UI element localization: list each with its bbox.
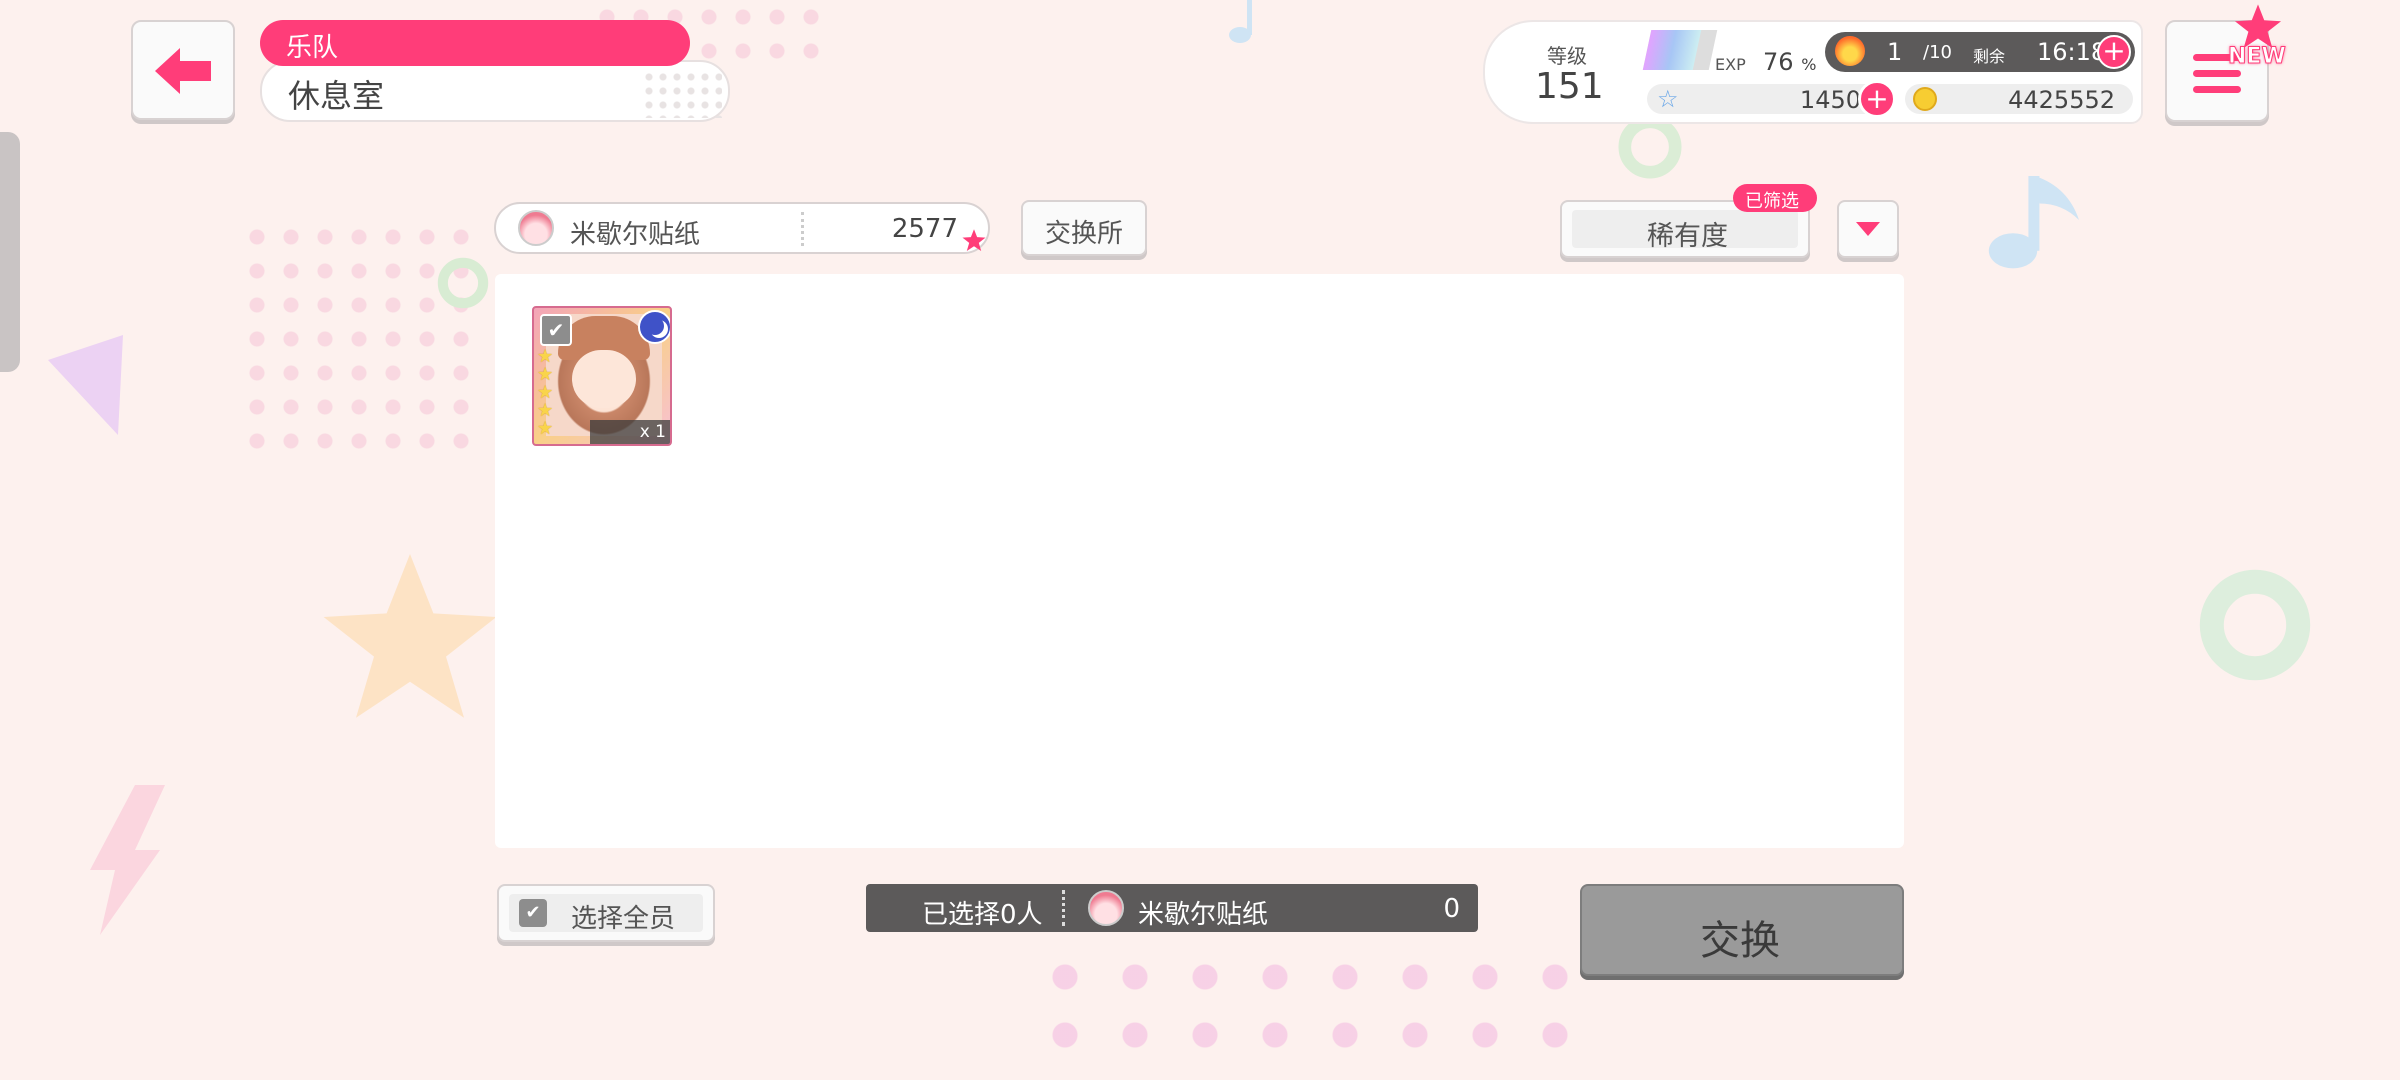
star-count: 1450: [1799, 86, 1861, 114]
new-badge: NEW: [2228, 2, 2288, 72]
bg-music-note-shape: [1229, 0, 1252, 43]
new-star-icon: [2234, 4, 2282, 49]
exp-percent-sign: %: [1801, 55, 1817, 74]
header-title-box: 休息室: [260, 60, 730, 122]
exp-percent-value: 76: [1763, 48, 1794, 76]
remaining-label: 剩余: [1973, 47, 2006, 66]
select-all-checkbox-icon: ✔: [519, 899, 547, 927]
coin-count: 4425552: [2008, 86, 2115, 114]
moon-icon: [638, 310, 670, 344]
page-title: 休息室: [288, 77, 385, 115]
reward-name: 米歇尔贴纸: [1138, 900, 1269, 930]
card-face: [572, 350, 636, 408]
select-all-label: 选择全员: [571, 904, 676, 934]
sort-rarity-label: 稀有度: [1647, 221, 1728, 252]
card-checkbox-icon[interactable]: ✔: [540, 314, 572, 346]
chevron-down-icon: [1856, 222, 1880, 236]
rarity-star-icon: ★: [537, 418, 554, 439]
michelle-sticker-icon: [518, 210, 554, 246]
exp-label: EXP: [1715, 55, 1746, 74]
sort-order-button[interactable]: [1837, 200, 1899, 258]
add-stamina-button[interactable]: +: [2097, 35, 2131, 69]
stamina-bar: 1 /10 剩余 16:18 +: [1825, 32, 2135, 72]
member-card[interactable]: ✔ ★ ★ ★ ★ ★ x 1: [532, 306, 672, 446]
exchange-label: 交换: [1700, 918, 1780, 964]
back-button[interactable]: [131, 20, 235, 120]
back-arrow-icon: [155, 48, 211, 94]
item-count-box: 米歇尔贴纸 2577: [494, 202, 990, 254]
separator: [1062, 890, 1065, 926]
stamina-value: 1: [1887, 38, 1903, 66]
bg-ring-shape: [2199, 569, 2311, 681]
remaining-time: 16:18: [2037, 38, 2107, 66]
card-list-panel: ✔ ★ ★ ★ ★ ★ x 1: [495, 274, 1904, 848]
exchange-shop-button[interactable]: 交换所: [1021, 200, 1147, 256]
bg-star-shape: [323, 554, 497, 718]
select-all-button[interactable]: ✔ 选择全员: [497, 884, 715, 942]
card-quantity-bar: x 1: [590, 420, 670, 444]
bg-bolt-shape: [90, 785, 165, 935]
card-quantity: x 1: [639, 422, 666, 442]
bg-triangle-shape: [48, 335, 123, 435]
level-value: 151: [1535, 66, 1604, 107]
bg-ring-shape: [437, 257, 489, 309]
reward-count: 0: [1443, 894, 1460, 924]
coin-bar: 4425552: [1905, 84, 2133, 114]
player-status-panel: 等级 151 EXP 76 % 1 /10 剩余 16:18 + ☆ 1450 …: [1483, 20, 2143, 124]
selected-count: 已选择0人: [922, 900, 1043, 930]
separator: [801, 212, 804, 246]
flame-icon: [1835, 36, 1865, 66]
bg-music-note-shape: [1988, 176, 2079, 269]
exchange-shop-label: 交换所: [1045, 219, 1124, 249]
selection-summary-bar: 已选择0人 米歇尔贴纸 0: [866, 884, 1478, 932]
filtered-badge-label: 已筛选: [1745, 191, 1799, 212]
star-bar: ☆ 1450: [1647, 84, 1885, 114]
exchange-button[interactable]: 交换: [1580, 884, 1904, 976]
pink-star-icon: [962, 229, 986, 252]
star-gem-icon: ☆: [1657, 85, 1679, 113]
level-label: 等级: [1547, 44, 1587, 68]
header-category-tab: 乐队: [260, 20, 690, 66]
title-dot-pattern: [642, 70, 722, 118]
card-rarity-stars: ★ ★ ★ ★ ★: [537, 348, 557, 438]
new-badge-label: NEW: [2228, 44, 2287, 70]
item-name: 米歇尔贴纸: [570, 220, 701, 250]
exp-bar: [1642, 30, 1718, 70]
side-drawer-handle[interactable]: [0, 132, 20, 372]
filtered-badge: 已筛选: [1733, 184, 1817, 212]
exp-percent: 76 %: [1763, 48, 1816, 76]
header-category: 乐队: [286, 33, 339, 63]
bg-dot-pattern: [1030, 948, 1570, 1068]
add-stars-button[interactable]: +: [1858, 80, 1896, 118]
stamina-max: /10: [1923, 42, 1952, 63]
michelle-sticker-icon: [1088, 890, 1124, 926]
exp-bar-fill: [1642, 30, 1702, 70]
coin-icon: [1913, 87, 1937, 111]
item-count: 2577: [891, 214, 958, 244]
